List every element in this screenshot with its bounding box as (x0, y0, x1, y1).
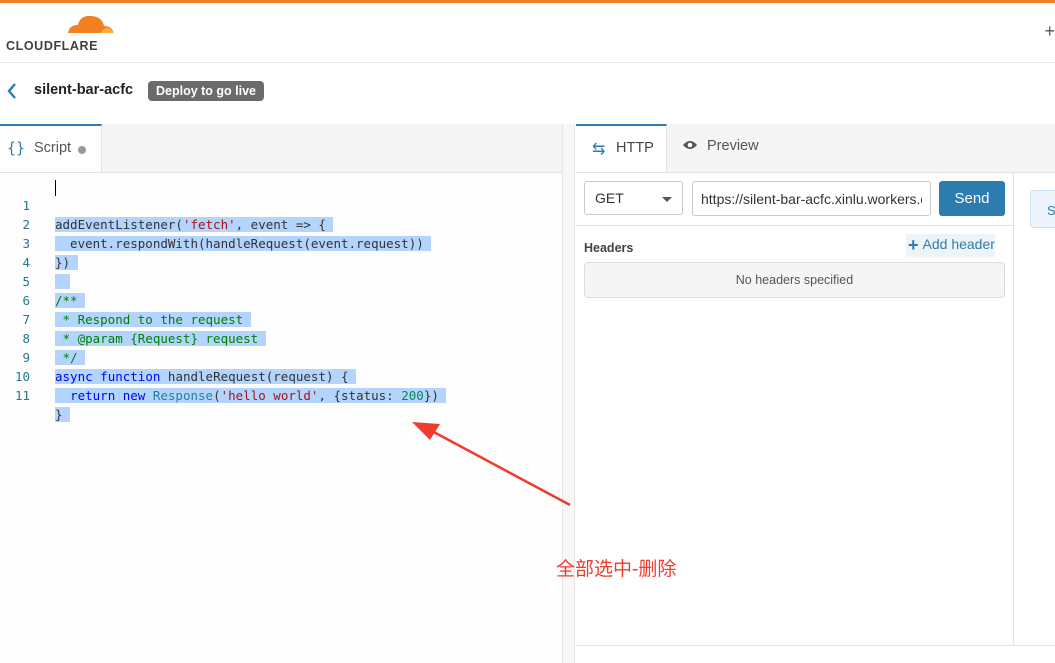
tab-script-label: Script (34, 140, 72, 156)
add-header-button[interactable]: + Add header (906, 234, 995, 257)
arrows-icon: ⇆ (592, 141, 606, 158)
code-line: 7 * @param {Request} request (0, 291, 562, 346)
tab-script[interactable]: {} Script (0, 124, 102, 172)
code-line: 10 return new Response('hello world', {s… (0, 348, 562, 403)
code-line: 6 * Respond to the request (0, 272, 562, 327)
request-pane: ⇆ HTTP Preview GET Send Headers +Add hea… (576, 124, 1055, 663)
send-button[interactable]: Send (939, 181, 1005, 216)
worker-name: silent-bar-acfc (34, 82, 134, 98)
response-side-button[interactable]: S (1030, 190, 1055, 228)
worker-titlebar: silent-bar-acfc Deploy to go live (0, 63, 1055, 123)
script-editor-pane: {} Script 1 addEventListener('fetch', ev… (0, 124, 562, 663)
eye-icon (682, 138, 698, 154)
code-line: 9 async function handleRequest(request) … (0, 329, 562, 384)
status-badge: Deploy to go live (148, 81, 265, 101)
code-line: 4 (0, 234, 562, 289)
tab-http-label: HTTP (616, 140, 654, 156)
code-line: 11 } (0, 367, 562, 422)
tab-preview[interactable]: Preview (667, 124, 777, 172)
chevron-left-icon[interactable] (6, 82, 18, 104)
tab-http[interactable]: ⇆ HTTP (576, 124, 667, 172)
url-input[interactable] (692, 181, 931, 216)
http-method-value: GET (595, 190, 624, 206)
headers-heading: Headers (584, 241, 634, 255)
line-number: 11 (14, 388, 30, 403)
editor-tabstrip: {} Script (0, 124, 562, 173)
annotation-arrow-icon (412, 422, 571, 507)
logo-wordmark: CLOUDFLARE (6, 39, 99, 53)
pane-resize-handle[interactable] (562, 124, 575, 663)
add-header-label: Add header (922, 236, 995, 252)
code-line: 8 */ (0, 310, 562, 365)
cloudflare-cloud-icon (68, 15, 114, 35)
code-line: 5 /** (0, 253, 562, 308)
app-header: CLOUDFLARE + (0, 3, 1055, 63)
divider (576, 225, 1013, 226)
annotation-label: 全部选中-删除 (556, 559, 677, 580)
unsaved-dot-icon (78, 146, 86, 154)
cloudflare-logo[interactable]: CLOUDFLARE (6, 13, 116, 53)
add-icon[interactable]: + (1044, 21, 1055, 42)
request-tabstrip: ⇆ HTTP Preview (576, 124, 1055, 173)
code-line: 2 event.respondWith(handleRequest(event.… (0, 196, 562, 251)
chevron-down-icon (662, 197, 672, 202)
divider (1013, 172, 1014, 645)
tab-preview-label: Preview (707, 138, 759, 154)
braces-icon: {} (7, 139, 26, 157)
empty-headers-message: No headers specified (584, 262, 1005, 298)
http-method-select[interactable]: GET (584, 181, 683, 215)
text-caret (55, 180, 56, 196)
code-line: 3 }) (0, 215, 562, 270)
divider (576, 645, 1055, 646)
code-line: 1 addEventListener('fetch', event => { (0, 177, 562, 232)
plus-icon: + (908, 235, 919, 255)
